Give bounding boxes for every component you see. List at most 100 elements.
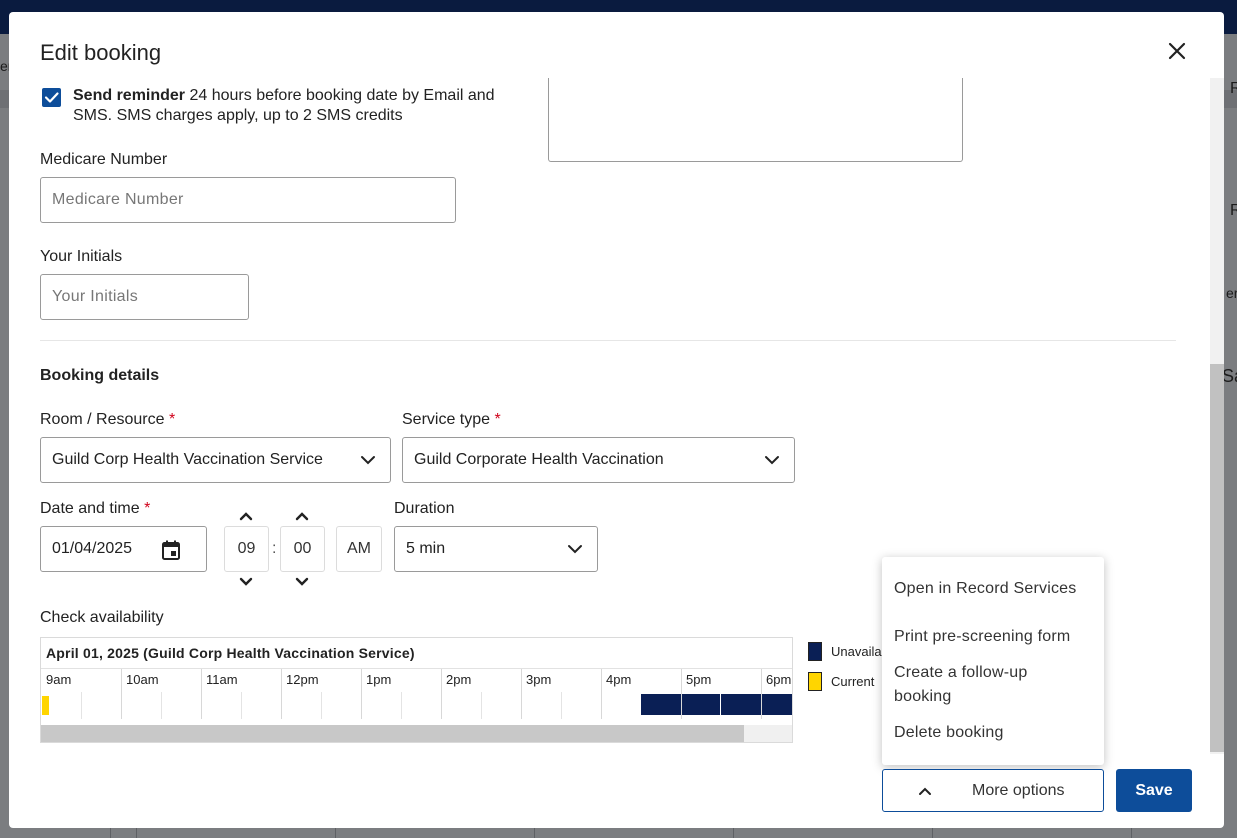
medicare-number-label: Medicare Number xyxy=(40,151,168,168)
hour-gridline xyxy=(521,669,522,719)
room-resource-value: Guild Corp Health Vaccination Service xyxy=(52,451,323,468)
service-type-select[interactable]: Guild Corporate Health Vaccination xyxy=(402,437,795,483)
modal-title: Edit booking xyxy=(40,40,162,65)
menu-item-print-pre-screening[interactable]: Print pre-screening form xyxy=(894,625,1070,649)
date-time-label: Date and time * xyxy=(40,500,150,518)
current-booking-block xyxy=(42,696,49,715)
send-reminder-label: Send reminder 24 hours before booking da… xyxy=(73,86,523,126)
half-hour-gridline xyxy=(321,692,322,719)
hour-label: 5pm xyxy=(686,672,712,687)
date-value: 01/04/2025 xyxy=(52,540,133,557)
hour-label: 1pm xyxy=(366,672,392,687)
send-reminder-bold: Send reminder xyxy=(73,87,186,104)
hour-label: 4pm xyxy=(606,672,632,687)
minute-decrement-icon[interactable] xyxy=(294,576,310,588)
availability-title: April 01, 2025 (Guild Corp Health Vaccin… xyxy=(46,645,415,661)
required-marker: * xyxy=(144,500,151,517)
legend-unavailable-label: Unavaila xyxy=(831,644,882,659)
save-button[interactable]: Save xyxy=(1116,769,1192,812)
duration-value: 5 min xyxy=(406,540,446,557)
chevron-down-icon xyxy=(361,456,375,465)
duration-label: Duration xyxy=(394,500,455,517)
menu-item-create-follow-up[interactable]: Create a follow-up booking xyxy=(894,661,1064,709)
required-marker: * xyxy=(494,411,501,428)
room-resource-select[interactable]: Guild Corp Health Vaccination Service xyxy=(40,437,391,483)
close-icon[interactable] xyxy=(1165,39,1189,63)
hour-label: 12pm xyxy=(286,672,319,687)
duration-select[interactable]: 5 min xyxy=(394,526,598,572)
minute-value: 00 xyxy=(293,540,312,557)
modal-scrollbar-thumb[interactable] xyxy=(1210,364,1224,752)
hour-gridline xyxy=(441,669,442,719)
time-separator: : xyxy=(272,540,277,557)
hour-label: 11am xyxy=(206,672,238,687)
date-time-label-text: Date and time xyxy=(40,500,140,517)
legend-current-swatch xyxy=(808,672,822,691)
hour-input[interactable]: 09 xyxy=(224,526,269,572)
service-type-label-text: Service type xyxy=(402,411,491,428)
more-options-label: More options xyxy=(972,782,1065,799)
half-hour-gridline xyxy=(241,692,242,719)
unavailable-block xyxy=(721,694,761,715)
background-text-fragment: Sa xyxy=(1222,366,1237,386)
menu-item-delete-booking[interactable]: Delete booking xyxy=(894,721,1004,745)
minute-increment-icon[interactable] xyxy=(294,510,310,522)
am-pm-value: AM xyxy=(347,540,371,557)
medicare-number-input[interactable] xyxy=(40,177,456,223)
booking-details-title: Booking details xyxy=(40,367,160,384)
hour-gridline xyxy=(201,669,202,719)
service-type-value: Guild Corporate Health Vaccination xyxy=(414,451,664,468)
checkmark-icon xyxy=(44,92,59,103)
send-reminder-checkbox[interactable] xyxy=(42,88,61,107)
hour-label: 2pm xyxy=(446,672,472,687)
half-hour-gridline xyxy=(81,692,82,719)
room-resource-label-text: Room / Resource xyxy=(40,411,165,428)
your-initials-label: Your Initials xyxy=(40,248,123,265)
hour-label: 9am xyxy=(46,672,72,687)
date-input[interactable]: 01/04/2025 xyxy=(40,526,207,572)
hour-gridline xyxy=(361,669,362,719)
chevron-up-icon xyxy=(919,787,931,795)
hour-decrement-icon[interactable] xyxy=(238,576,254,588)
check-availability-label: Check availability xyxy=(40,609,164,626)
hour-gridline xyxy=(281,669,282,719)
calendar-icon[interactable] xyxy=(160,539,182,561)
background-text-fragment: er xyxy=(1226,285,1237,301)
half-hour-gridline xyxy=(561,692,562,719)
legend-current-label: Current xyxy=(831,674,875,689)
hour-label: 6pm xyxy=(766,672,792,687)
hour-value: 09 xyxy=(237,540,256,557)
background-text-fragment: R xyxy=(1230,202,1237,219)
unavailable-block xyxy=(762,694,792,715)
unavailable-block xyxy=(641,694,681,715)
half-hour-gridline xyxy=(401,692,402,719)
required-marker: * xyxy=(168,411,176,428)
hour-label: 3pm xyxy=(526,672,552,687)
minute-input[interactable]: 00 xyxy=(280,526,325,572)
legend-unavailable-swatch xyxy=(808,642,822,661)
more-options-button[interactable]: More options xyxy=(882,769,1104,812)
availability-timeline: April 01, 2025 (Guild Corp Health Vaccin… xyxy=(40,637,793,743)
unavailable-block xyxy=(682,694,720,715)
background-text-fragment: R xyxy=(1230,80,1237,97)
half-hour-gridline xyxy=(161,692,162,719)
section-divider xyxy=(40,340,1176,341)
hour-increment-icon[interactable] xyxy=(238,510,254,522)
chevron-down-icon xyxy=(568,545,582,554)
room-resource-label: Room / Resource * xyxy=(40,411,175,429)
hour-label: 10am xyxy=(126,672,159,687)
your-initials-input[interactable] xyxy=(40,274,249,320)
half-hour-gridline xyxy=(481,692,482,719)
edit-booking-modal: Edit booking Send reminder 24 hours befo… xyxy=(9,12,1224,828)
menu-item-open-record-services[interactable]: Open in Record Services xyxy=(894,577,1076,601)
timeline-scrollbar-thumb[interactable] xyxy=(41,725,744,742)
hour-gridline xyxy=(121,669,122,719)
notes-textarea[interactable] xyxy=(548,78,963,162)
timeline-scrollbar-track[interactable] xyxy=(744,725,792,742)
timeline-header-divider xyxy=(41,668,792,669)
am-pm-toggle[interactable]: AM xyxy=(336,526,382,572)
chevron-down-icon xyxy=(765,456,779,465)
more-options-menu: Open in Record Services Print pre-screen… xyxy=(882,557,1104,765)
hour-gridline xyxy=(601,669,602,719)
service-type-label: Service type * xyxy=(402,411,501,429)
